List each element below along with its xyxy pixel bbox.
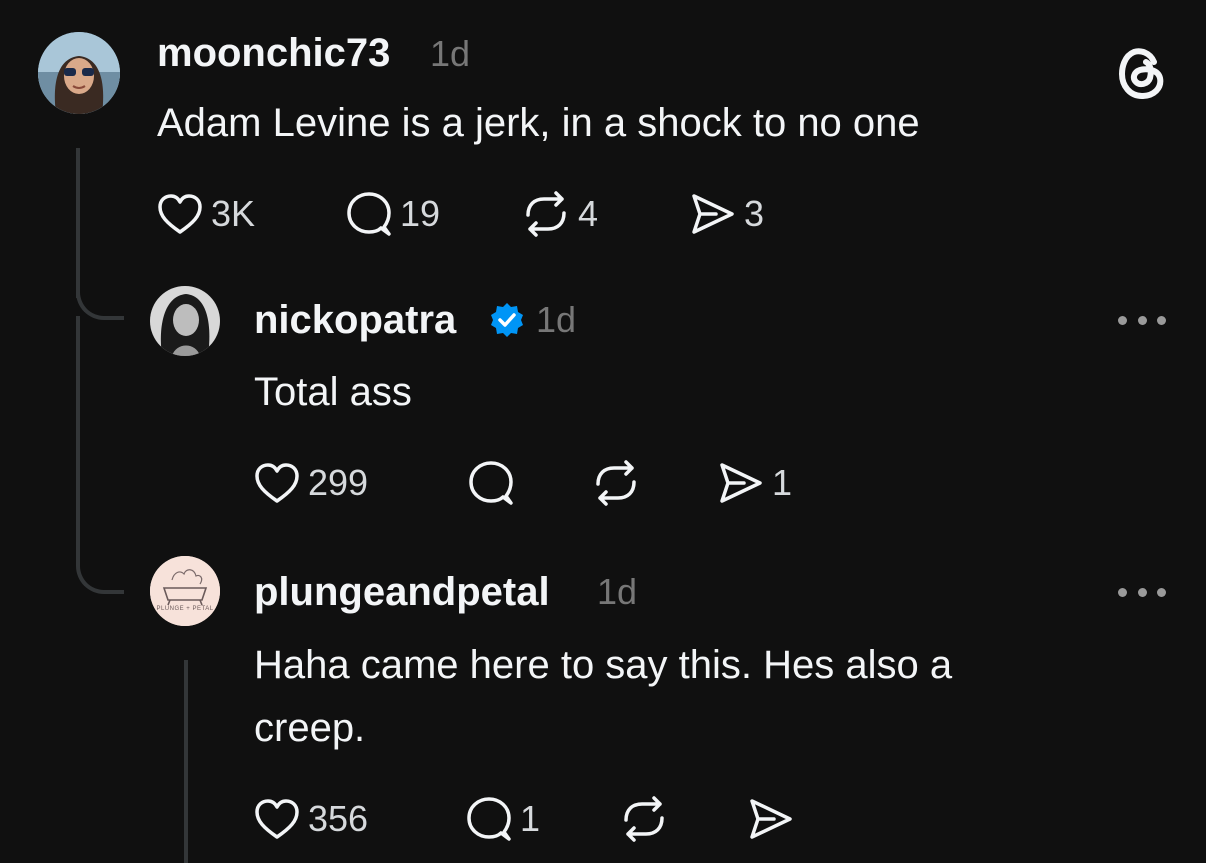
more-options-button[interactable] bbox=[1118, 584, 1166, 600]
like-count: 3K bbox=[211, 193, 256, 234]
reply-button[interactable]: 1 bbox=[466, 794, 540, 844]
thread-branch-reply-2 bbox=[76, 548, 124, 594]
reply-count: 19 bbox=[400, 193, 441, 234]
repost-icon bbox=[526, 191, 566, 237]
repost-button[interactable] bbox=[592, 458, 648, 508]
post-text-line: Total ass bbox=[254, 370, 412, 414]
share-button[interactable] bbox=[748, 794, 802, 844]
heart-icon bbox=[255, 799, 299, 839]
share-count: 1 bbox=[772, 462, 793, 503]
like-count: 356 bbox=[308, 798, 369, 839]
thread-branch-reply-1 bbox=[76, 280, 124, 320]
post-time: 1d bbox=[597, 571, 638, 612]
post-text-line: creep. bbox=[254, 706, 366, 750]
reply-count: 1 bbox=[520, 798, 541, 839]
thread-line-reply-2 bbox=[184, 660, 188, 863]
more-options-button[interactable] bbox=[1118, 312, 1166, 328]
avatar-moonchic73[interactable] bbox=[38, 32, 120, 114]
thread-line-main-2 bbox=[76, 316, 80, 566]
comment-icon bbox=[469, 461, 513, 505]
avatar-nickopatra[interactable] bbox=[150, 286, 220, 356]
avatar-plungeandpetal[interactable]: PLUNGE + PETAL bbox=[150, 556, 220, 626]
like-count: 299 bbox=[308, 462, 369, 503]
heart-icon bbox=[158, 194, 202, 234]
thread-line-main bbox=[76, 148, 80, 298]
send-icon bbox=[750, 799, 792, 839]
post-time: 1d bbox=[536, 299, 577, 340]
comment-icon bbox=[347, 192, 391, 236]
username[interactable]: plungeandpetal bbox=[254, 572, 550, 612]
share-button[interactable]: 1 bbox=[718, 458, 792, 508]
send-icon bbox=[720, 463, 762, 503]
repost-button[interactable]: 4 bbox=[522, 189, 598, 239]
threads-logo-icon[interactable] bbox=[1114, 42, 1170, 104]
reply-button[interactable] bbox=[468, 458, 522, 508]
reply-button[interactable]: 19 bbox=[346, 189, 440, 239]
heart-icon bbox=[255, 463, 299, 503]
like-button[interactable]: 299 bbox=[254, 458, 368, 508]
username[interactable]: nickopatra bbox=[254, 300, 456, 340]
repost-button[interactable] bbox=[620, 794, 676, 844]
post-time: 1d bbox=[430, 33, 471, 74]
send-icon bbox=[692, 194, 734, 234]
repost-count: 4 bbox=[578, 193, 599, 234]
share-button[interactable]: 3 bbox=[690, 189, 764, 239]
comment-icon bbox=[467, 797, 511, 841]
like-button[interactable]: 3K bbox=[157, 189, 255, 239]
post-text-line: Haha came here to say this. Hes also a bbox=[254, 643, 953, 687]
verified-badge-icon bbox=[488, 301, 526, 339]
username[interactable]: moonchic73 bbox=[157, 33, 390, 73]
avatar-logo-text: PLUNGE + PETAL bbox=[156, 606, 214, 612]
repost-icon bbox=[596, 460, 636, 506]
repost-icon bbox=[624, 796, 664, 842]
share-count: 3 bbox=[744, 193, 765, 234]
post-text-line: Adam Levine is a jerk, in a shock to no … bbox=[157, 101, 920, 145]
like-button[interactable]: 356 bbox=[254, 794, 368, 844]
